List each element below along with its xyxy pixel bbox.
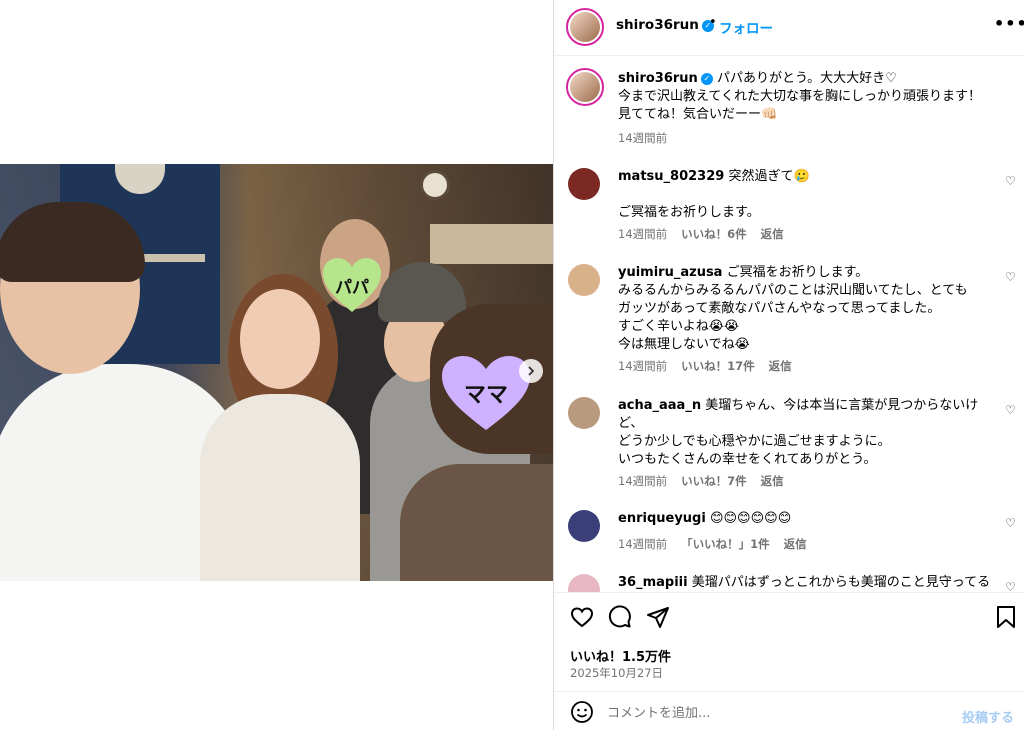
follow-button[interactable]: フォロー bbox=[719, 17, 773, 37]
comment-text: yuimiru_azusa ご冥福をお祈りします。 みるるんからみるるんパパのこ… bbox=[618, 264, 993, 354]
caption-line: 今まで沢山教えてくれた大切な事を胸にしっかり頑張ります！ bbox=[618, 89, 981, 104]
post-comment-button[interactable]: 投稿する bbox=[962, 707, 1014, 726]
commenter-username[interactable]: acha_aaa_n bbox=[618, 398, 701, 413]
more-horizontal-icon[interactable]: ••• bbox=[994, 14, 1024, 33]
author-username-row[interactable]: shiro36run ✓ bbox=[616, 17, 714, 33]
wall-clock bbox=[420, 170, 450, 200]
comment-likes[interactable]: いいね！7件 bbox=[681, 474, 747, 488]
separator-dot: • bbox=[709, 15, 717, 30]
papa-heart-sticker: パパ bbox=[321, 256, 383, 314]
post-photo[interactable]: パパ ママ bbox=[0, 164, 553, 581]
comment-meta: 14週間前 いいね！7件 返信 bbox=[618, 473, 784, 489]
commenter-username[interactable]: yuimiru_azusa bbox=[618, 265, 722, 280]
caption-avatar[interactable] bbox=[566, 68, 604, 106]
shelf bbox=[430, 224, 553, 264]
noren-crest bbox=[115, 164, 165, 194]
comment-time[interactable]: 14週間前 bbox=[618, 227, 667, 241]
comment-body-line: 今は無理しないでね😭 bbox=[618, 337, 750, 352]
author-username[interactable]: shiro36run bbox=[616, 17, 699, 33]
reply-button[interactable]: 返信 bbox=[769, 359, 792, 373]
post-header: shiro36run✓ • フォロー ••• bbox=[554, 0, 1024, 56]
media-area: パパ ママ bbox=[0, 0, 553, 730]
commenter-username[interactable]: enriqueyugi bbox=[618, 511, 706, 526]
comment-time[interactable]: 14週間前 bbox=[618, 537, 667, 551]
comment-text: enriqueyugi 😊😊😊😊😊😊 bbox=[618, 510, 993, 528]
caption-meta: 14週間前 bbox=[618, 130, 667, 146]
comments-list[interactable]: shiro36run ✓ パパありがとう。大大大好き♡ 今まで沢山教えてくれた大切… bbox=[554, 56, 1024, 592]
commenter-avatar[interactable] bbox=[568, 264, 600, 296]
comment-like-heart-icon[interactable]: ♡ bbox=[1005, 580, 1016, 592]
post-detail-panel: shiro36run✓ • フォロー ••• shiro36run✓ パパありが… bbox=[553, 0, 1024, 730]
mama-label: ママ bbox=[463, 383, 508, 408]
comment-body: 美瑠ちゃん、今は本当に言葉が見つからないけ bbox=[705, 398, 979, 413]
emoji-icon[interactable] bbox=[570, 700, 594, 724]
person-2-head bbox=[240, 289, 320, 389]
comment-composer: 投稿する bbox=[554, 691, 1024, 731]
author-avatar-image bbox=[570, 12, 600, 42]
comment-body-line: すごく辛いよね😭😭 bbox=[618, 319, 740, 334]
comment-body: ご冥福をお祈りします。 bbox=[726, 265, 869, 280]
comment-like-heart-icon[interactable]: ♡ bbox=[1005, 403, 1016, 417]
caption-line: 見ててね！気合いだーー👊🏻 bbox=[618, 107, 778, 122]
heart-icon[interactable] bbox=[570, 605, 594, 629]
person-2-body bbox=[200, 394, 360, 581]
verified-badge-icon: ✓ bbox=[700, 73, 713, 85]
comment-meta: 14週間前 いいね！17件 返信 bbox=[618, 358, 792, 374]
bookmark-icon[interactable] bbox=[995, 605, 1017, 629]
comment-text: 36_mapiii 美瑠パパはずっとこれからも美瑠のこと見守ってる bbox=[618, 574, 993, 592]
comment-likes[interactable]: いいね！6件 bbox=[681, 227, 747, 241]
reply-button[interactable]: 返信 bbox=[761, 227, 784, 241]
comment-body-line: ガッツがあって素敵なパパさんやなって思ってました。 bbox=[618, 301, 941, 316]
comment-body: 突然過ぎて🥲 bbox=[728, 169, 810, 184]
caption-line: パパありがとう。大大大好き♡ bbox=[716, 71, 897, 86]
commenter-avatar[interactable] bbox=[568, 397, 600, 429]
papa-label: パパ bbox=[335, 277, 369, 298]
comment-likes[interactable]: いいね！17件 bbox=[681, 359, 755, 373]
comment-body: 美瑠パパはずっとこれからも美瑠のこと見守ってる bbox=[691, 575, 991, 590]
comment-input[interactable] bbox=[607, 706, 927, 721]
comment-icon[interactable] bbox=[608, 605, 632, 629]
comment-meta: 14週間前 いいね！6件 返信 bbox=[618, 226, 784, 242]
comment-like-heart-icon[interactable]: ♡ bbox=[1005, 270, 1016, 284]
comment-body-line: いつもたくさんの幸せをくれてありがとう。 bbox=[618, 452, 877, 467]
commenter-avatar[interactable] bbox=[568, 574, 600, 592]
commenter-avatar[interactable] bbox=[568, 510, 600, 542]
author-avatar[interactable] bbox=[566, 8, 604, 46]
caption-username[interactable]: shiro36run bbox=[618, 71, 698, 86]
post-date[interactable]: 2025年10月27日 bbox=[570, 665, 663, 681]
comment-likes[interactable]: 「いいね！」1件 bbox=[681, 537, 770, 551]
next-photo-button[interactable] bbox=[519, 359, 543, 383]
post-actions: いいね！1.5万件 2025年10月27日 bbox=[554, 592, 1024, 691]
caption-text: shiro36run ✓ パパありがとう。大大大好き♡ 今まで沢山教えてくれた大切… bbox=[618, 70, 993, 124]
comment-like-heart-icon[interactable]: ♡ bbox=[1005, 516, 1016, 530]
caption-avatar-image bbox=[570, 72, 600, 102]
chevron-right-icon bbox=[528, 366, 535, 376]
reply-button[interactable]: 返信 bbox=[761, 474, 784, 488]
comment-text: matsu_802329 突然過ぎて🥲 ご冥福をお祈りします。 bbox=[618, 168, 993, 222]
person-5-body bbox=[400, 464, 553, 581]
commenter-username[interactable]: 36_mapiii bbox=[618, 575, 688, 590]
send-icon[interactable] bbox=[646, 605, 670, 629]
comment-like-heart-icon[interactable]: ♡ bbox=[1005, 174, 1016, 188]
reply-button[interactable]: 返信 bbox=[784, 537, 807, 551]
likes-count[interactable]: いいね！1.5万件 bbox=[570, 646, 671, 665]
commenter-username[interactable]: matsu_802329 bbox=[618, 169, 724, 184]
comment-body-line: みるるんからみるるんパパのことは沢山聞いてたし、とても bbox=[618, 283, 968, 298]
comment-text: acha_aaa_n 美瑠ちゃん、今は本当に言葉が見つからないけ ど、 どうか少… bbox=[618, 397, 993, 469]
comment-body-line: どうか少しでも心穏やかに過ごせますように。 bbox=[618, 434, 891, 449]
comment-time[interactable]: 14週間前 bbox=[618, 474, 667, 488]
caption-time[interactable]: 14週間前 bbox=[618, 131, 667, 145]
comment-body-line: ご冥福をお祈りします。 bbox=[618, 205, 760, 220]
comment-body-line: ど、 bbox=[618, 416, 644, 431]
comment-body: 😊😊😊😊😊😊 bbox=[709, 511, 792, 526]
comment-time[interactable]: 14週間前 bbox=[618, 359, 667, 373]
mama-heart-sticker: ママ bbox=[440, 354, 532, 432]
comment-meta: 14週間前 「いいね！」1件 返信 bbox=[618, 536, 807, 552]
commenter-avatar[interactable] bbox=[568, 168, 600, 200]
